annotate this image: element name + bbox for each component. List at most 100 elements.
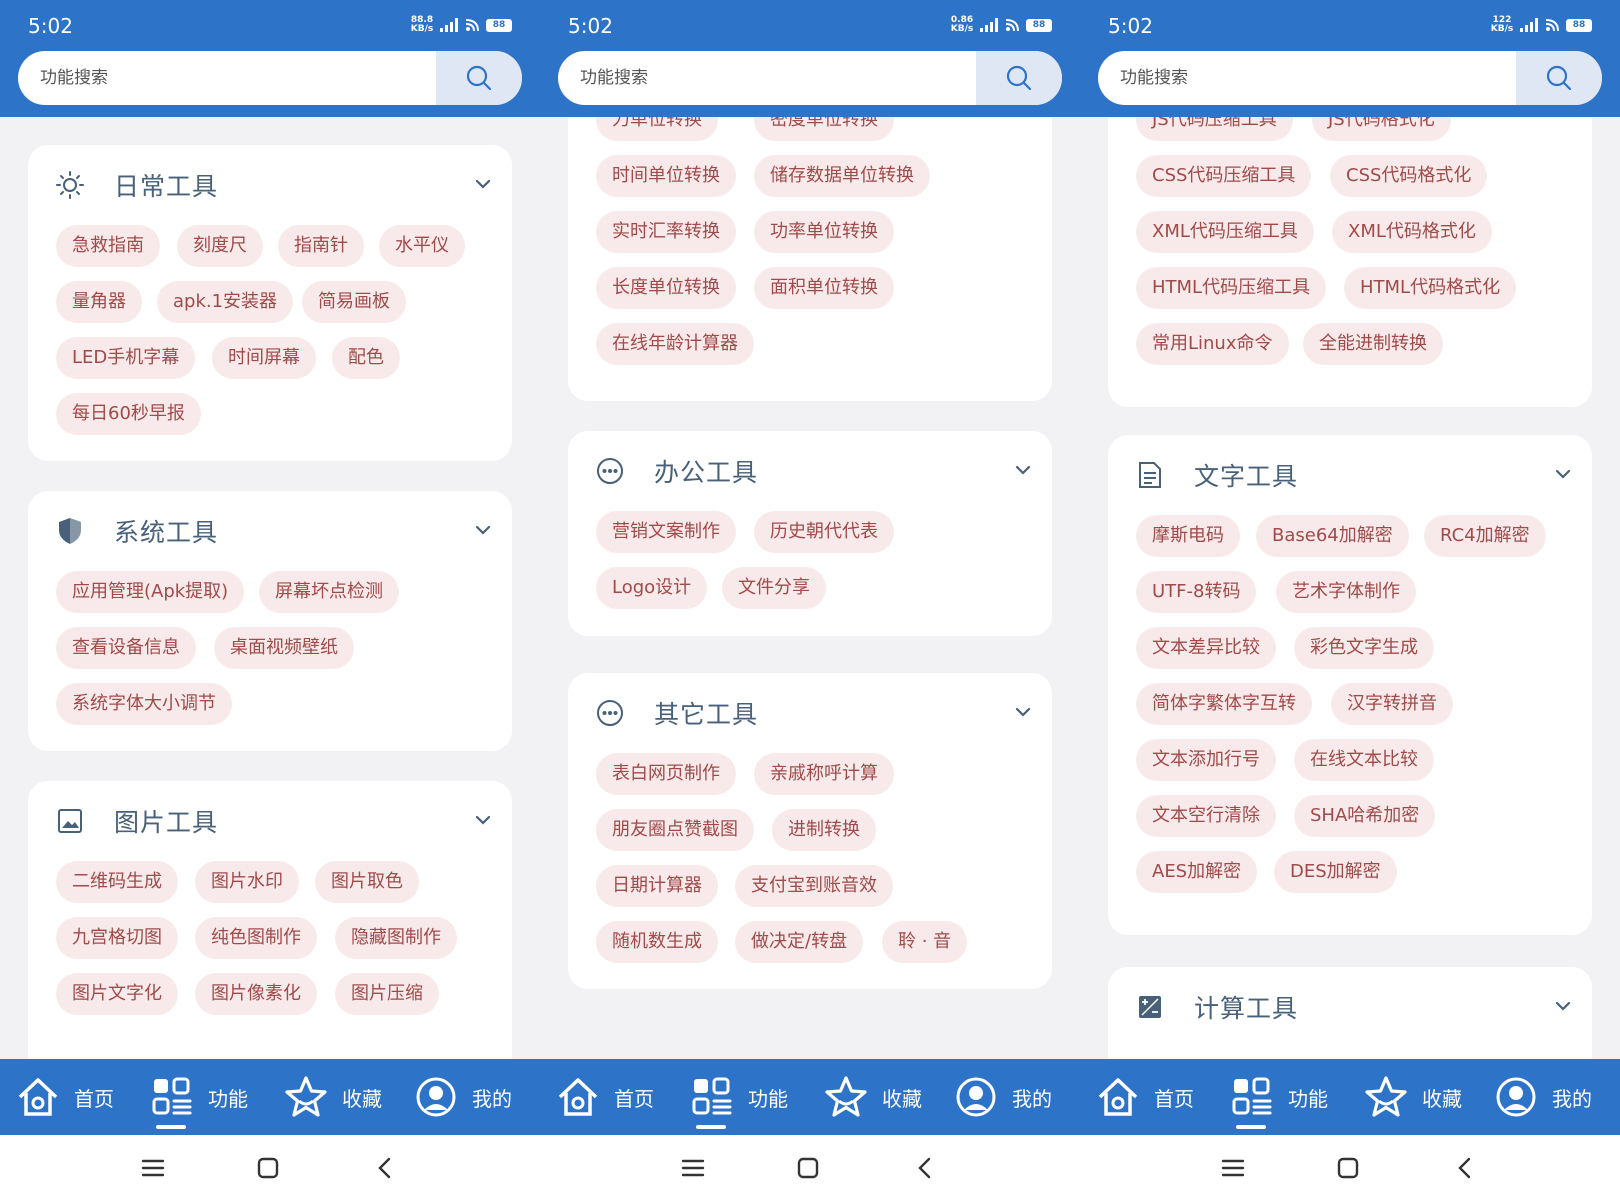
- chip[interactable]: 日期计算器: [596, 865, 718, 907]
- nav-home[interactable]: 首页: [556, 1059, 654, 1135]
- nav-mine[interactable]: 我的: [954, 1059, 1052, 1135]
- chip[interactable]: 图片取色: [315, 861, 419, 903]
- chip[interactable]: apk.1安装器: [157, 281, 294, 323]
- chip[interactable]: 隐藏图制作: [335, 917, 457, 959]
- chip[interactable]: Logo设计: [596, 567, 708, 609]
- chip[interactable]: LED手机字幕: [56, 337, 196, 379]
- chip[interactable]: 屏幕坏点检测: [259, 571, 399, 613]
- chip[interactable]: 汉字转拼音: [1331, 683, 1453, 725]
- chip[interactable]: SHA哈希加密: [1294, 795, 1436, 837]
- chip[interactable]: 在线年龄计算器: [596, 323, 754, 365]
- chip[interactable]: 配色: [332, 337, 400, 379]
- chip[interactable]: UTF-8转码: [1136, 571, 1257, 613]
- chip[interactable]: CSS代码格式化: [1330, 155, 1488, 197]
- chip[interactable]: 简易画板: [302, 281, 406, 323]
- chip[interactable]: 系统字体大小调节: [56, 683, 232, 725]
- nav-features[interactable]: 功能: [690, 1059, 788, 1135]
- chip[interactable]: 表白网页制作: [596, 753, 736, 795]
- chip[interactable]: 朋友圈点赞截图: [596, 809, 754, 851]
- card-header[interactable]: 其它工具: [568, 673, 1052, 753]
- chip[interactable]: 查看设备信息: [56, 627, 196, 669]
- chip[interactable]: 历史朝代代表: [754, 511, 894, 553]
- chip[interactable]: 常用Linux命令: [1136, 323, 1289, 365]
- chevron-down-icon[interactable]: [1554, 465, 1572, 483]
- chip[interactable]: Base64加解密: [1256, 515, 1409, 557]
- chip[interactable]: 量角器: [56, 281, 142, 323]
- chip[interactable]: JS代码压缩工具: [1136, 117, 1293, 141]
- chip[interactable]: 文件分享: [722, 567, 826, 609]
- chip[interactable]: 时间单位转换: [596, 155, 736, 197]
- back-icon[interactable]: [910, 1153, 940, 1183]
- chip[interactable]: HTML代码格式化: [1344, 267, 1517, 309]
- chip[interactable]: 储存数据单位转换: [754, 155, 930, 197]
- chip[interactable]: 做决定/转盘: [735, 921, 864, 963]
- card-header[interactable]: 文字工具: [1108, 435, 1592, 515]
- nav-features[interactable]: 功能: [1230, 1059, 1328, 1135]
- nav-mine[interactable]: 我的: [1494, 1059, 1592, 1135]
- nav-features[interactable]: 功能: [150, 1059, 248, 1135]
- chevron-down-icon[interactable]: [1014, 461, 1032, 479]
- chip[interactable]: 亲戚称呼计算: [754, 753, 894, 795]
- chip[interactable]: JS代码格式化: [1312, 117, 1451, 141]
- chip[interactable]: 力单位转换: [596, 117, 718, 141]
- chip[interactable]: 摩斯电码: [1136, 515, 1240, 557]
- home-square-icon[interactable]: [1333, 1153, 1363, 1183]
- chip[interactable]: DES加解密: [1274, 851, 1397, 893]
- chip[interactable]: 应用管理(Apk提取): [56, 571, 245, 613]
- chip[interactable]: XML代码压缩工具: [1136, 211, 1314, 253]
- home-square-icon[interactable]: [793, 1153, 823, 1183]
- chip[interactable]: 九宫格切图: [56, 917, 178, 959]
- nav-favorites[interactable]: 收藏: [824, 1059, 922, 1135]
- chip[interactable]: 桌面视频壁纸: [214, 627, 354, 669]
- card-header[interactable]: 图片工具: [28, 781, 512, 861]
- chip[interactable]: 图片像素化: [195, 973, 317, 1015]
- chip[interactable]: 彩色文字生成: [1294, 627, 1434, 669]
- chip[interactable]: 聆 · 音: [882, 921, 968, 963]
- chip[interactable]: 长度单位转换: [596, 267, 736, 309]
- chip[interactable]: 图片文字化: [56, 973, 178, 1015]
- menu-icon[interactable]: [678, 1153, 708, 1183]
- search-input[interactable]: [558, 51, 976, 105]
- chip[interactable]: 二维码生成: [56, 861, 178, 903]
- search-input[interactable]: [1098, 51, 1516, 105]
- chip[interactable]: 简体字繁体字互转: [1136, 683, 1312, 725]
- chip[interactable]: 文本空行清除: [1136, 795, 1276, 837]
- search-input[interactable]: [18, 51, 436, 105]
- back-icon[interactable]: [1450, 1153, 1480, 1183]
- chevron-down-icon[interactable]: [474, 521, 492, 539]
- chip[interactable]: 随机数生成: [596, 921, 718, 963]
- nav-home[interactable]: 首页: [16, 1059, 114, 1135]
- chevron-down-icon[interactable]: [1554, 997, 1572, 1015]
- chip[interactable]: 实时汇率转换: [596, 211, 736, 253]
- chip[interactable]: 每日60秒早报: [56, 393, 201, 435]
- chip[interactable]: RC4加解密: [1424, 515, 1546, 557]
- chip[interactable]: 密度单位转换: [754, 117, 894, 141]
- chip[interactable]: 全能进制转换: [1303, 323, 1443, 365]
- home-square-icon[interactable]: [253, 1153, 283, 1183]
- chip[interactable]: 图片压缩: [335, 973, 439, 1015]
- card-header[interactable]: 日常工具: [28, 145, 512, 225]
- nav-mine[interactable]: 我的: [414, 1059, 512, 1135]
- chip[interactable]: 进制转换: [772, 809, 876, 851]
- nav-favorites[interactable]: 收藏: [1364, 1059, 1462, 1135]
- chip[interactable]: 文本添加行号: [1136, 739, 1276, 781]
- chip[interactable]: 文本差异比较: [1136, 627, 1276, 669]
- chip[interactable]: 刻度尺: [177, 225, 263, 267]
- chip[interactable]: 急救指南: [56, 225, 160, 267]
- chip[interactable]: 营销文案制作: [596, 511, 736, 553]
- chevron-down-icon[interactable]: [474, 175, 492, 193]
- chip[interactable]: 在线文本比较: [1294, 739, 1434, 781]
- menu-icon[interactable]: [1218, 1153, 1248, 1183]
- search-button[interactable]: [436, 51, 522, 105]
- card-header[interactable]: 系统工具: [28, 491, 512, 571]
- chip[interactable]: 功率单位转换: [754, 211, 894, 253]
- chevron-down-icon[interactable]: [474, 811, 492, 829]
- chip[interactable]: 水平仪: [379, 225, 465, 267]
- chip[interactable]: 艺术字体制作: [1276, 571, 1416, 613]
- back-icon[interactable]: [370, 1153, 400, 1183]
- card-header[interactable]: 办公工具: [568, 431, 1052, 511]
- chip[interactable]: XML代码格式化: [1332, 211, 1492, 253]
- card-header[interactable]: 计算工具: [1108, 967, 1592, 1047]
- chip[interactable]: HTML代码压缩工具: [1136, 267, 1327, 309]
- chip[interactable]: 纯色图制作: [195, 917, 317, 959]
